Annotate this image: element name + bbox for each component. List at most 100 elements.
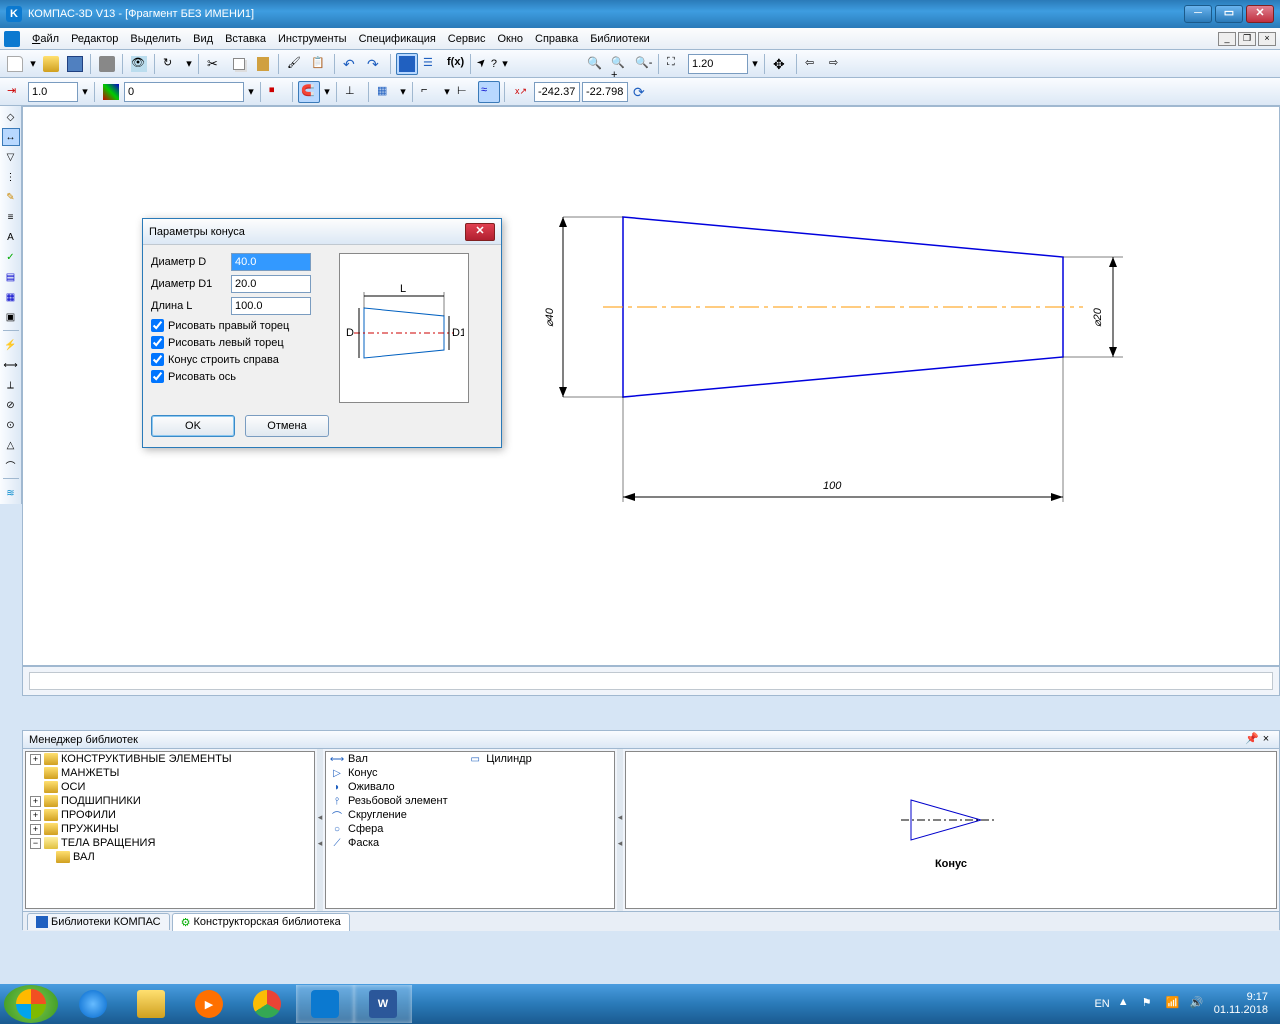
menu-tools[interactable]: Инструменты [272, 31, 353, 47]
dimensions-icon[interactable]: ↔ [2, 128, 20, 146]
help-cursor-button[interactable]: ? [476, 53, 498, 75]
preview-button[interactable]: 👁 [128, 53, 150, 75]
input-l[interactable] [231, 297, 311, 315]
menu-libs[interactable]: Библиотеки [584, 31, 656, 47]
select-icon[interactable]: ✓ [2, 248, 20, 266]
close-button[interactable]: ✕ [1246, 5, 1274, 23]
tray-lang[interactable]: EN [1094, 998, 1109, 1010]
snap-dropdown[interactable]: ▾ [322, 81, 332, 103]
menu-spec[interactable]: Спецификация [353, 31, 442, 47]
repeat-dropdown[interactable]: ▾ [184, 53, 194, 75]
cancel-button[interactable]: Отмена [245, 415, 329, 437]
fx-button[interactable]: f(x) [444, 53, 466, 75]
print-button[interactable] [96, 53, 118, 75]
undo-button[interactable] [340, 53, 362, 75]
open-button[interactable] [40, 53, 62, 75]
step-button[interactable]: ⇥ [4, 81, 26, 103]
zoom-window-button[interactable] [584, 53, 606, 75]
measure-icon[interactable]: A [2, 228, 20, 246]
task-word[interactable]: W [354, 985, 412, 1023]
layer-dropdown[interactable]: ▾ [246, 81, 256, 103]
tool-d[interactable]: ⊘ [2, 396, 20, 414]
tool-c[interactable]: ⟂ [2, 376, 20, 394]
tray-vol-icon[interactable]: 🔊 [1190, 996, 1206, 1012]
splitter[interactable] [617, 749, 623, 911]
task-ie[interactable] [64, 985, 122, 1023]
menu-view[interactable]: Вид [187, 31, 219, 47]
spec-icon[interactable]: ▤ [2, 268, 20, 286]
marks2-icon[interactable]: ⋮ [2, 168, 20, 186]
lib-tab-kompas[interactable]: Библиотеки КОМПАС [27, 913, 170, 930]
grid-button[interactable] [374, 81, 396, 103]
tool-a[interactable]: ⚡ [2, 336, 20, 354]
splitter[interactable] [317, 749, 323, 911]
menu-file[interactable]: Файл [26, 31, 65, 47]
lib-list[interactable]: ⟷Вал ▷Конус ◗Оживало ⫯Резьбовой элемент … [325, 751, 615, 909]
menu-select[interactable]: Выделить [124, 31, 187, 47]
local-cs-dropdown[interactable]: ▾ [442, 81, 452, 103]
libmgr-close-icon[interactable]: × [1259, 733, 1273, 747]
minimize-button[interactable]: ─ [1184, 5, 1212, 23]
param-icon[interactable]: ≡ [2, 208, 20, 226]
paste-button[interactable] [252, 53, 274, 75]
step-dropdown[interactable]: ▾ [80, 81, 90, 103]
lib-tree[interactable]: +КОНСТРУКТИВНЫЕ ЭЛЕМЕНТЫ МАНЖЕТЫ ОСИ +ПО… [25, 751, 315, 909]
variables-button[interactable] [420, 53, 442, 75]
chk-left-face[interactable]: Рисовать левый торец [151, 336, 331, 349]
refresh-button[interactable] [630, 81, 652, 103]
menu-window[interactable]: Окно [491, 31, 529, 47]
menu-service[interactable]: Сервис [442, 31, 492, 47]
new-doc-dropdown[interactable]: ▾ [28, 53, 38, 75]
task-media[interactable]: ▶ [180, 985, 238, 1023]
next-view-button[interactable]: ⇨ [826, 53, 848, 75]
param-button[interactable]: ⊥ [342, 81, 364, 103]
layer-icon[interactable] [100, 81, 122, 103]
lib-tab-constructor[interactable]: ⚙Конструкторская библиотека [172, 913, 350, 931]
tool-h[interactable]: ≋ [2, 484, 20, 502]
props-button[interactable]: 📋 [308, 53, 330, 75]
pin-icon[interactable]: 📌 [1245, 733, 1259, 747]
menu-insert[interactable]: Вставка [219, 31, 272, 47]
mdi-close[interactable]: × [1258, 32, 1276, 46]
local-cs-button[interactable]: ⌐ [418, 81, 440, 103]
zoom-input[interactable] [688, 54, 748, 74]
copy-props-button[interactable]: 🖌 [284, 53, 306, 75]
input-d1[interactable] [231, 275, 311, 293]
copy-button[interactable] [228, 53, 250, 75]
zoom-out-button[interactable]: 🔍- [632, 53, 654, 75]
mdi-min[interactable]: _ [1218, 32, 1236, 46]
dialog-titlebar[interactable]: Параметры конуса ✕ [143, 219, 501, 245]
zoom-in-button[interactable]: 🔍+ [608, 53, 630, 75]
tool-e[interactable]: ⊙ [2, 416, 20, 434]
coord-x-input[interactable] [534, 82, 580, 102]
snap-button[interactable]: 🧲 [298, 81, 320, 103]
tool-b[interactable]: ⟷ [2, 356, 20, 374]
layer-input[interactable] [124, 82, 244, 102]
start-button[interactable] [4, 985, 58, 1023]
tray-up-icon[interactable]: ▲ [1118, 996, 1134, 1012]
help-dropdown[interactable]: ▾ [500, 53, 510, 75]
libmgr-title[interactable]: Менеджер библиотек 📌 × [23, 731, 1279, 749]
edit-icon[interactable]: ✎ [2, 188, 20, 206]
new-doc-button[interactable] [4, 53, 26, 75]
tray-net-icon[interactable]: 📶 [1166, 996, 1182, 1012]
repeat-button[interactable]: ↻ [160, 53, 182, 75]
tool-g[interactable]: ⌒ [2, 456, 20, 474]
reports-icon[interactable]: ▦ [2, 288, 20, 306]
save-button[interactable] [64, 53, 86, 75]
menu-help[interactable]: Справка [529, 31, 584, 47]
stop-button[interactable]: ⏹ [266, 81, 288, 103]
ok-button[interactable]: OK [151, 415, 235, 437]
insert-icon[interactable]: ▣ [2, 308, 20, 326]
zoom-fit-button[interactable]: ⛶ [664, 53, 686, 75]
redo-button[interactable] [364, 53, 386, 75]
input-d[interactable] [231, 253, 311, 271]
task-kompas[interactable] [296, 985, 354, 1023]
geometry-icon[interactable]: ◇ [2, 108, 20, 126]
chk-draw-axis[interactable]: Рисовать ось [151, 370, 331, 383]
mdi-restore[interactable]: ❐ [1238, 32, 1256, 46]
coord-y-input[interactable] [582, 82, 628, 102]
chk-cone-right[interactable]: Конус строить справа [151, 353, 331, 366]
pan-button[interactable] [770, 53, 792, 75]
tray-clock[interactable]: 9:17 01.11.2018 [1214, 991, 1268, 1017]
